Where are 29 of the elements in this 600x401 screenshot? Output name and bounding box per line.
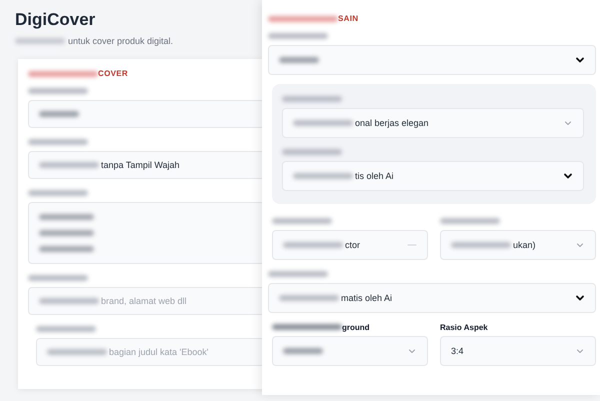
text-area[interactable] [28,202,265,264]
field-value: onal berjas elegan [355,118,429,128]
section-heading: COVER [98,69,128,78]
field-label: ground [342,322,370,332]
placeholder-text: brand, alamat web dll [101,296,187,306]
chevron-down-icon [575,293,585,303]
field-value: tis oleh Ai [355,171,394,181]
select-field[interactable]: ukan) [440,230,596,260]
field-value: 3:4 [451,346,464,356]
placeholder-text: bagian judul kata 'Ebook' [109,347,209,357]
field-label: Rasio Aspek [440,322,488,332]
select-field[interactable] [268,45,596,75]
section-heading: SAIN [338,14,358,23]
input-field[interactable] [28,100,265,128]
chevron-down-icon [575,55,585,65]
select-field[interactable]: tis oleh Ai [282,161,584,191]
input-field[interactable]: tanpa Tampil Wajah [28,151,265,179]
field-value: tanpa Tampil Wajah [101,160,180,170]
field-value: matis oleh Ai [341,293,392,303]
select-field[interactable]: onal berjas elegan [282,108,584,138]
subtitle: untuk cover produk digital. [68,36,174,46]
select-field[interactable]: ctor [272,230,428,260]
select-field[interactable] [272,336,428,366]
chevron-down-icon [563,171,573,181]
field-value: ctor [345,240,360,250]
app-title: DigiCover [15,10,96,30]
select-field[interactable]: 3:4 [440,336,596,366]
field-value: ukan) [513,240,536,250]
select-field[interactable]: matis oleh Ai [268,283,596,313]
